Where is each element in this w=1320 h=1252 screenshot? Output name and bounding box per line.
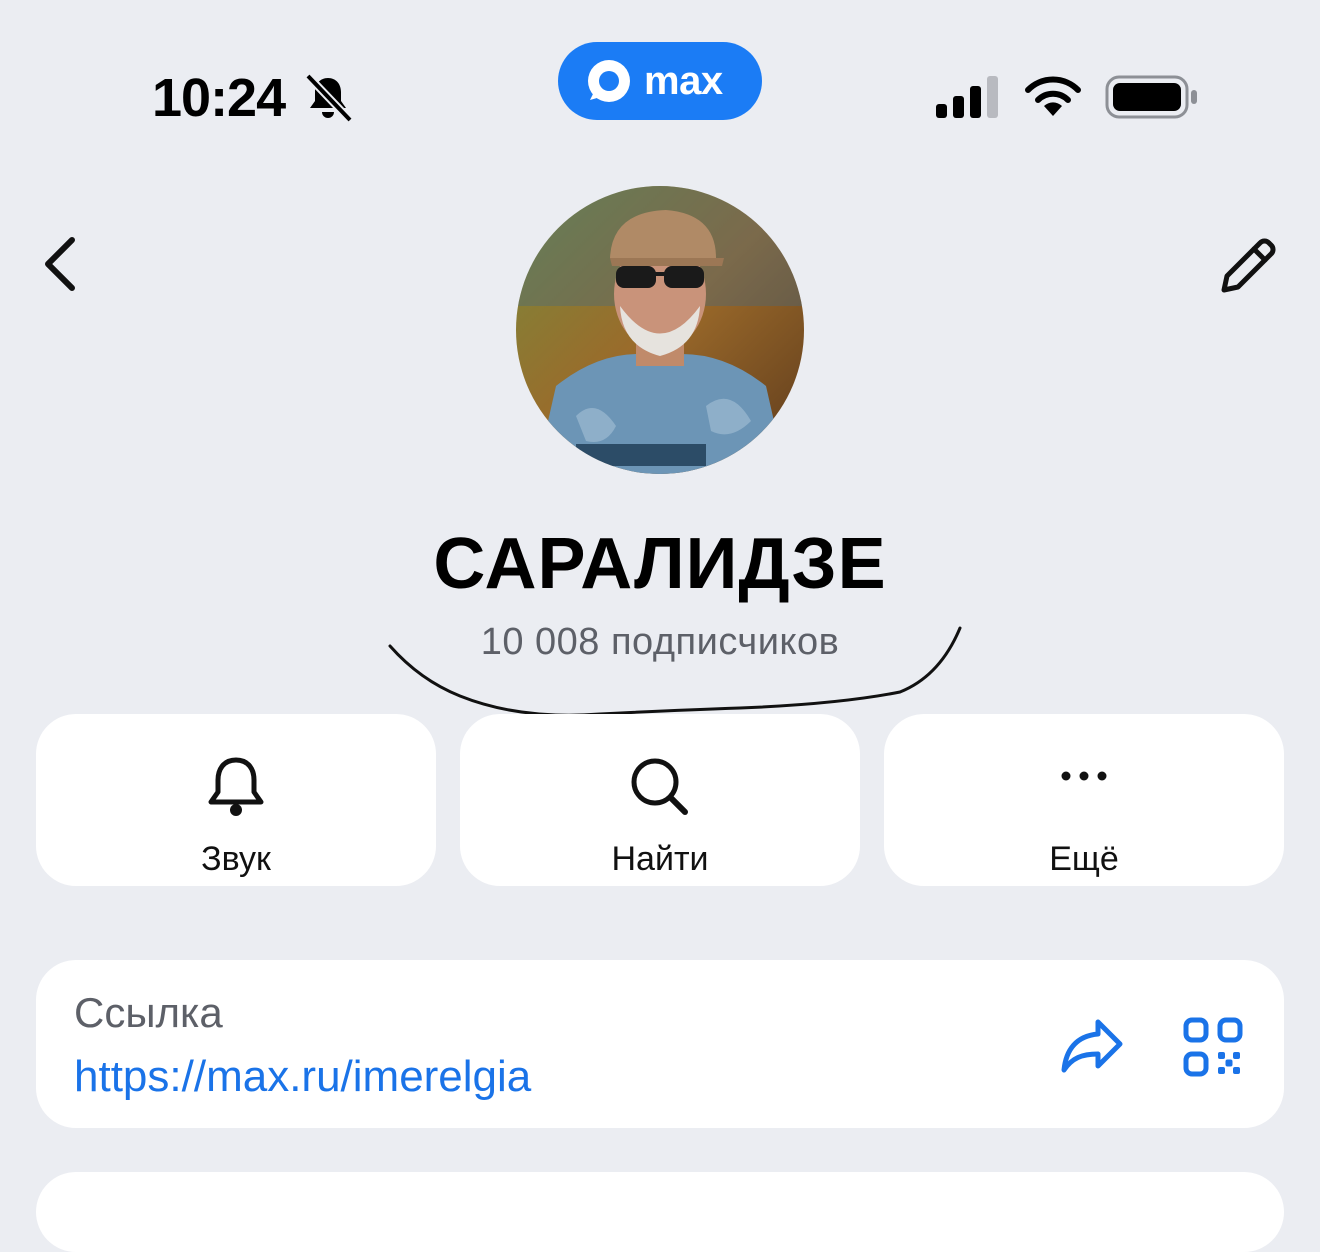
status-time: 10:24 (152, 68, 286, 128)
search-icon (631, 758, 688, 815)
wifi-icon (1025, 76, 1081, 116)
bell-slash-icon (305, 73, 353, 123)
channel-avatar[interactable] (516, 186, 804, 474)
bell-icon (208, 757, 264, 816)
sound-button-label: Звук (201, 840, 271, 878)
max-logo-icon (588, 60, 630, 102)
battery-icon (1105, 75, 1197, 119)
search-button-label: Найти (611, 840, 709, 878)
next-card (36, 1172, 1284, 1252)
search-button[interactable]: Найти (460, 714, 860, 886)
link-card: Ссылка https://max.ru/imerelgia (36, 960, 1284, 1128)
channel-link[interactable]: https://max.ru/imerelgia (74, 1050, 531, 1104)
app-badge-label: max (644, 58, 723, 103)
share-icon[interactable] (1058, 1012, 1126, 1080)
edit-button[interactable] (1212, 232, 1282, 302)
more-horizontal-icon (1061, 771, 1107, 781)
qr-code-icon[interactable] (1182, 1016, 1244, 1078)
more-button[interactable]: Ещё (884, 714, 1284, 886)
app-badge[interactable]: max (558, 42, 762, 120)
back-button[interactable] (36, 232, 88, 296)
more-button-label: Ещё (1049, 840, 1119, 878)
link-title: Ссылка (74, 989, 223, 1036)
sound-button[interactable]: Звук (36, 714, 436, 886)
channel-name: САРАЛИДЗЕ (433, 524, 887, 604)
cellular-signal-icon (936, 76, 998, 118)
